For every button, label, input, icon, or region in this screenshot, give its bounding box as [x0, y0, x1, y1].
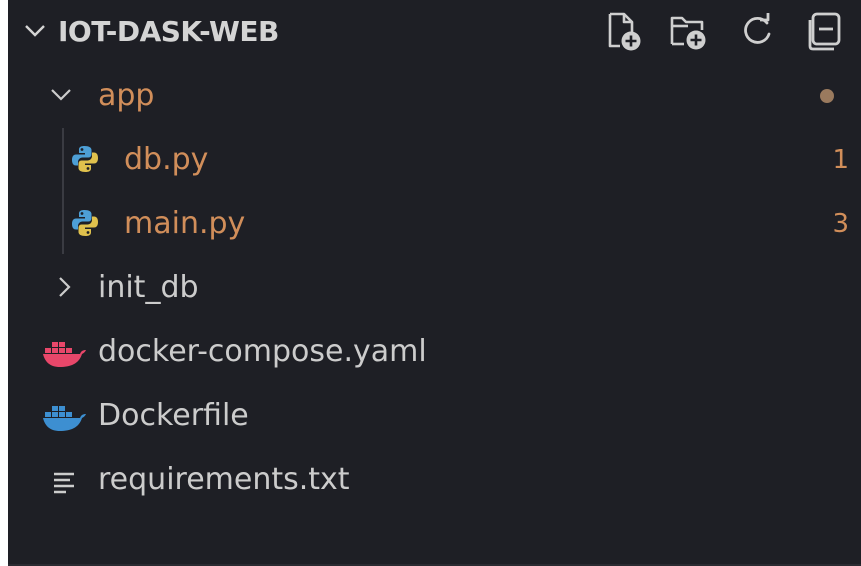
new-file-icon[interactable]: [604, 10, 646, 52]
explorer-header[interactable]: IOT-DASK-WEB: [8, 0, 861, 64]
problem-count-badge: 1: [832, 145, 849, 175]
chevron-down-icon: [51, 89, 71, 101]
python-icon: [72, 146, 98, 172]
text-lines-icon: [54, 472, 74, 494]
refresh-icon[interactable]: [736, 10, 778, 52]
tree-folder-app[interactable]: app: [8, 64, 861, 128]
file-label: main.py: [124, 206, 246, 241]
folder-label: init_db: [98, 270, 199, 305]
folder-label: app: [98, 78, 155, 113]
workspace-title[interactable]: IOT-DASK-WEB: [58, 12, 279, 52]
docker-icon: [43, 406, 86, 431]
tree-file-main[interactable]: main.py 3: [8, 192, 861, 256]
tree-file-requirements[interactable]: requirements.txt: [8, 448, 861, 512]
modified-dot-icon: [820, 89, 834, 103]
tree-folder-init-db[interactable]: init_db: [8, 256, 861, 320]
docker-icon: [43, 342, 86, 367]
new-folder-icon[interactable]: [668, 10, 710, 52]
file-label: Dockerfile: [98, 398, 249, 433]
tree-file-dockerfile[interactable]: Dockerfile: [8, 384, 861, 448]
tree-file-docker-compose[interactable]: docker-compose.yaml: [8, 320, 861, 384]
file-label: db.py: [124, 142, 209, 177]
chevron-right-icon: [59, 277, 71, 297]
tree-file-db[interactable]: db.py 1: [8, 128, 861, 192]
problem-count-badge: 3: [832, 209, 849, 239]
explorer-panel: IOT-DASK-WEB app db.py 1 main.py 3 init_…: [8, 0, 861, 566]
chevron-down-icon[interactable]: [22, 18, 48, 44]
collapse-all-icon[interactable]: [804, 10, 846, 52]
file-label: requirements.txt: [98, 462, 350, 497]
file-label: docker-compose.yaml: [98, 334, 427, 369]
python-icon: [72, 210, 98, 236]
